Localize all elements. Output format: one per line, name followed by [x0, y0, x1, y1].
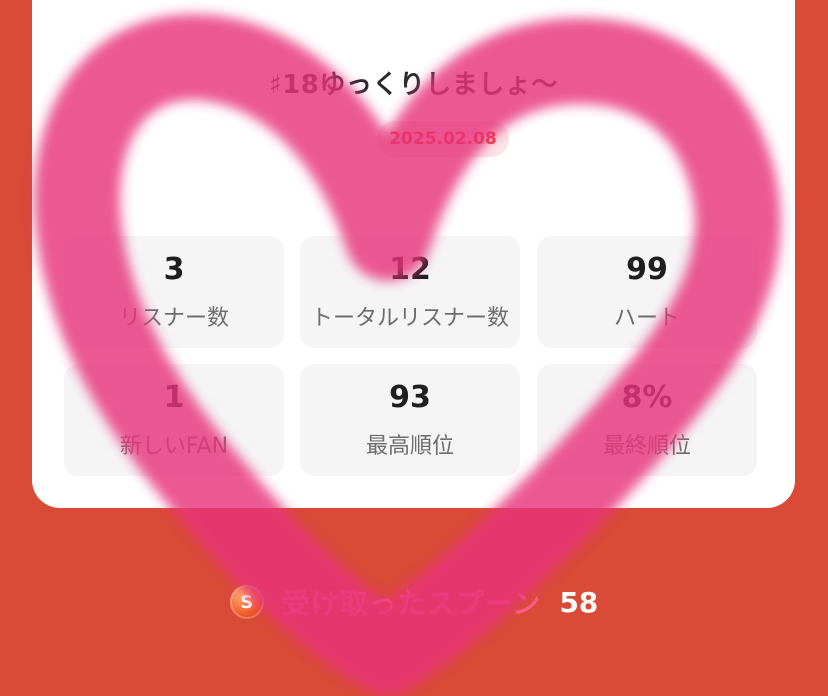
stat-value: 8%	[621, 380, 673, 415]
stat-total-listeners: 12 トータルリスナー数	[300, 236, 520, 348]
stat-listeners: 3 リスナー数	[64, 236, 284, 348]
stat-label: 新しいFAN	[119, 434, 229, 459]
received-spoons-label: 受け取ったスプーン	[281, 587, 542, 620]
stat-label: リスナー数	[118, 306, 229, 331]
stat-final-rank: 8% 最終順位	[537, 364, 757, 476]
stat-highest-rank: 93 最高順位	[300, 364, 520, 476]
live-summary-card: ♯18ゆっくりしましょ〜 2025.02.08 3 リスナー数 12 トータルリ…	[32, 0, 795, 508]
stat-value: 99	[626, 252, 668, 287]
received-spoons-row: S 受け取ったスプーン 58	[0, 580, 828, 624]
stat-value: 3	[163, 252, 185, 287]
live-title: ♯18ゆっくりしましょ〜	[269, 70, 558, 100]
stat-label: 最高順位	[365, 434, 454, 459]
stat-label: 最終順位	[602, 434, 691, 459]
spoon-coin-icon: S	[229, 585, 264, 619]
stat-label: トータルリスナー数	[310, 306, 509, 331]
stat-value: 12	[389, 252, 431, 287]
stat-value: 1	[163, 380, 185, 415]
stat-value: 93	[389, 380, 431, 415]
stat-new-fans: 1 新しいFAN	[64, 364, 284, 476]
live-date-badge: 2025.02.08	[377, 121, 509, 157]
stat-label: ハート	[613, 306, 680, 331]
received-spoons-count: 58	[559, 585, 599, 619]
stat-hearts: 99 ハート	[537, 236, 757, 348]
